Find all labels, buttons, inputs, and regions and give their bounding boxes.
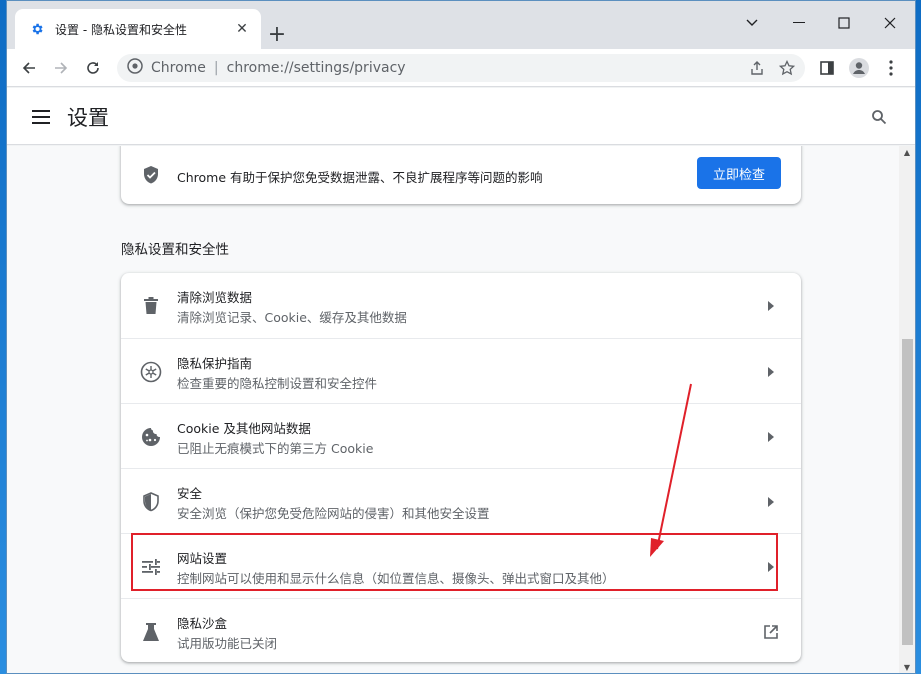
more-menu-icon[interactable] xyxy=(877,54,905,82)
list-item-clear-browsing-data[interactable]: 清除浏览数据 清除浏览记录、Cookie、缓存及其他数据 xyxy=(121,273,801,338)
list-item-subtitle: 试用版功能已关闭 xyxy=(177,636,278,651)
settings-content: Chrome 有助于保护您免受数据泄露、不良扩展程序等问题的影响 立即检查 隐私… xyxy=(7,146,899,673)
list-item-title: 隐私沙盒 xyxy=(177,616,228,631)
list-item-title: 清除浏览数据 xyxy=(177,290,253,305)
safety-check-description: Chrome 有助于保护您免受数据泄露、不良扩展程序等问题的影响 xyxy=(177,170,543,185)
tab-title: 设置 - 隐私设置和安全性 xyxy=(55,22,187,37)
new-tab-button[interactable]: + xyxy=(265,23,289,47)
hamburger-menu-icon[interactable] xyxy=(29,105,53,129)
flask-icon xyxy=(139,620,163,644)
browser-toolbar: Chrome | chrome://settings/privacy xyxy=(7,49,915,87)
list-item-cookies[interactable]: Cookie 及其他网站数据 已阻止无痕模式下的第三方 Cookie xyxy=(121,403,801,468)
list-item-title: 隐私保护指南 xyxy=(177,356,253,371)
trash-icon xyxy=(139,294,163,318)
shield-check-icon xyxy=(141,165,161,185)
chevron-right-icon xyxy=(761,427,781,447)
privacy-settings-card: 清除浏览数据 清除浏览记录、Cookie、缓存及其他数据 隐私保护指南 检查重要… xyxy=(121,273,801,662)
forward-button[interactable] xyxy=(47,54,75,82)
chevron-right-icon xyxy=(761,362,781,382)
site-name: Chrome xyxy=(151,60,206,76)
url-separator: | xyxy=(213,60,219,76)
browser-window: 设置 - 隐私设置和安全性 ✕ + Chrome | chrome://sett… xyxy=(6,0,916,674)
bookmark-star-icon[interactable] xyxy=(773,54,801,82)
maximize-button[interactable] xyxy=(829,11,859,35)
list-item-subtitle: 检查重要的隐私控制设置和安全控件 xyxy=(177,376,378,391)
page-title: 设置 xyxy=(67,106,109,130)
list-item-title: Cookie 及其他网站数据 xyxy=(177,421,311,436)
tab-search-chevron-icon[interactable] xyxy=(737,11,767,35)
minimize-button[interactable] xyxy=(784,11,814,35)
external-link-icon xyxy=(761,622,781,642)
search-icon[interactable] xyxy=(867,105,891,129)
privacy-guide-icon xyxy=(139,360,163,384)
scrollbar[interactable]: ▲ ▼ xyxy=(899,146,915,673)
annotation-highlight-box xyxy=(131,533,778,591)
section-title: 隐私设置和安全性 xyxy=(121,242,229,258)
share-icon[interactable] xyxy=(743,54,771,82)
cookie-icon xyxy=(139,425,163,449)
chevron-right-icon xyxy=(761,296,781,316)
url-text: chrome://settings/privacy xyxy=(226,60,406,76)
list-item-title: 安全 xyxy=(177,486,203,501)
list-item-subtitle: 清除浏览记录、Cookie、缓存及其他数据 xyxy=(177,310,407,325)
list-item-privacy-guide[interactable]: 隐私保护指南 检查重要的隐私控制设置和安全控件 xyxy=(121,338,801,403)
back-button[interactable] xyxy=(15,54,43,82)
scrollbar-thumb[interactable] xyxy=(902,339,913,645)
tab-settings[interactable]: 设置 - 隐私设置和安全性 ✕ xyxy=(15,9,261,49)
close-tab-icon[interactable]: ✕ xyxy=(233,20,251,38)
scroll-down-arrow-icon[interactable]: ▼ xyxy=(903,664,911,672)
reload-button[interactable] xyxy=(79,54,107,82)
tab-strip: 设置 - 隐私设置和安全性 ✕ + xyxy=(7,1,915,49)
settings-header: 设置 xyxy=(7,88,915,145)
scroll-up-arrow-icon[interactable]: ▲ xyxy=(903,149,911,157)
side-panel-icon[interactable] xyxy=(813,54,841,82)
safety-check-card: Chrome 有助于保护您免受数据泄露、不良扩展程序等问题的影响 立即检查 xyxy=(121,146,801,204)
gear-icon xyxy=(29,21,45,37)
check-now-button[interactable]: 立即检查 xyxy=(697,157,781,189)
list-item-subtitle: 已阻止无痕模式下的第三方 Cookie xyxy=(177,441,374,456)
list-item-security[interactable]: 安全 安全浏览（保护您免受危险网站的侵害）和其他安全设置 xyxy=(121,468,801,533)
list-item-privacy-sandbox[interactable]: 隐私沙盒 试用版功能已关闭 xyxy=(121,598,801,662)
chrome-logo-icon xyxy=(127,58,143,78)
close-window-button[interactable] xyxy=(875,11,905,35)
chevron-right-icon xyxy=(761,492,781,512)
shield-icon xyxy=(139,490,163,514)
profile-avatar-icon[interactable] xyxy=(845,54,873,82)
list-item-subtitle: 安全浏览（保护您免受危险网站的侵害）和其他安全设置 xyxy=(177,506,490,521)
address-bar[interactable]: Chrome | chrome://settings/privacy xyxy=(117,54,805,82)
